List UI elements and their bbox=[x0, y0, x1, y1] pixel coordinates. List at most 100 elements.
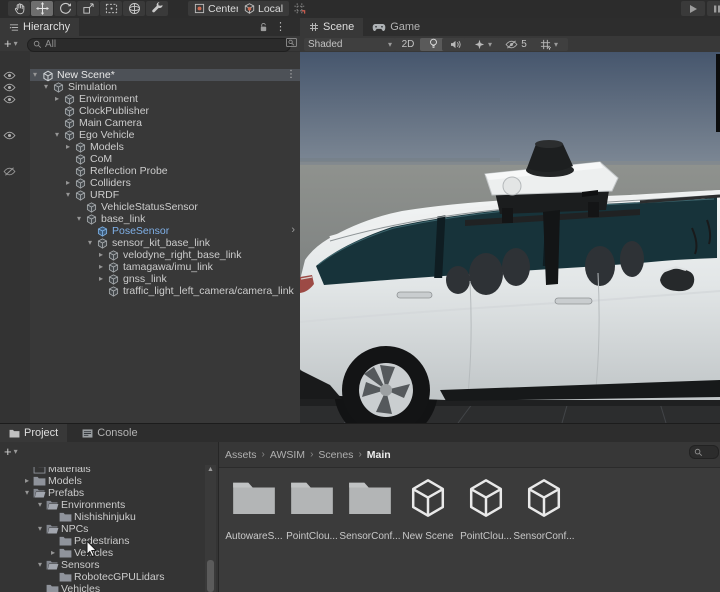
hierarchy-search-input[interactable]: All bbox=[27, 38, 291, 52]
asset-item[interactable]: New Scene bbox=[401, 475, 455, 553]
hierarchy-row[interactable]: CoM bbox=[30, 153, 300, 165]
expand-arrow[interactable]: ▾ bbox=[35, 559, 45, 571]
project-tree-row[interactable]: ▾Sensors bbox=[0, 559, 204, 571]
folder-icon bbox=[59, 536, 72, 546]
scene-view-toolbar: Shaded▾ 2D ▾ 5 ▾ bbox=[300, 36, 720, 53]
asset-item[interactable]: SensorConf... bbox=[517, 475, 571, 553]
tab-scene[interactable]: Scene bbox=[300, 18, 363, 36]
expand-arrow[interactable]: ▾ bbox=[85, 237, 95, 249]
project-tree-row[interactable]: Pedestrians bbox=[0, 535, 204, 547]
custom-tools[interactable] bbox=[146, 1, 168, 16]
move-tool[interactable] bbox=[31, 1, 53, 16]
prefab-chevron-icon[interactable]: › bbox=[291, 224, 295, 236]
hierarchy-row[interactable]: PoseSensor› bbox=[30, 225, 300, 237]
asset-item[interactable]: PointClou... bbox=[285, 475, 339, 553]
breadcrumb-segment[interactable]: AWSIM bbox=[270, 449, 305, 461]
hierarchy-row[interactable]: ▾New Scene*⋮ bbox=[30, 69, 300, 81]
hierarchy-row[interactable]: Reflection Probe bbox=[30, 165, 300, 177]
expand-arrow[interactable]: ▾ bbox=[41, 81, 51, 93]
create-object-button[interactable]: +▾ bbox=[4, 36, 18, 51]
hierarchy-row[interactable]: ▸velodyne_right_base_link bbox=[30, 249, 300, 261]
tab-game[interactable]: Game bbox=[363, 18, 429, 36]
project-tree-row[interactable]: Materials bbox=[0, 467, 204, 475]
hierarchy-row[interactable]: ClockPublisher bbox=[30, 105, 300, 117]
expand-arrow[interactable]: ▸ bbox=[52, 93, 62, 105]
panel-menu-icon[interactable]: ⋮ bbox=[275, 20, 286, 33]
scrollbar-thumb[interactable] bbox=[207, 560, 214, 592]
eye-icon[interactable] bbox=[3, 93, 16, 105]
expand-arrow[interactable]: ▾ bbox=[35, 499, 45, 511]
hierarchy-row[interactable]: ▾base_link bbox=[30, 213, 300, 225]
expand-arrow[interactable]: ▸ bbox=[48, 547, 58, 559]
lock-icon[interactable] bbox=[259, 22, 268, 33]
rect-tool[interactable] bbox=[100, 1, 122, 16]
scene-grid-icon bbox=[309, 22, 319, 32]
rotate-tool[interactable] bbox=[54, 1, 76, 16]
expand-arrow[interactable]: ▸ bbox=[22, 475, 32, 487]
expand-arrow[interactable]: ▸ bbox=[96, 273, 106, 285]
eye-icon[interactable] bbox=[3, 81, 16, 93]
pause-button[interactable] bbox=[707, 1, 720, 16]
expand-arrow[interactable]: ▾ bbox=[74, 213, 84, 225]
breadcrumb-segment[interactable]: Main bbox=[367, 449, 391, 461]
asset-item[interactable]: SensorConf... bbox=[343, 475, 397, 553]
hierarchy-row[interactable]: ▸tamagawa/imu_link bbox=[30, 261, 300, 273]
asset-item[interactable]: PointClou... bbox=[459, 475, 513, 553]
hierarchy-row[interactable]: Main Camera bbox=[30, 117, 300, 129]
expand-arrow[interactable]: ▾ bbox=[35, 523, 45, 535]
expand-arrow[interactable]: ▸ bbox=[96, 261, 106, 273]
project-search-input[interactable] bbox=[689, 445, 719, 459]
hierarchy-row[interactable]: ▸Models bbox=[30, 141, 300, 153]
transform-tool[interactable] bbox=[123, 1, 145, 16]
tab-console[interactable]: Console bbox=[73, 424, 146, 442]
expand-arrow[interactable]: ▸ bbox=[63, 141, 73, 153]
effects-dropdown[interactable]: ▾ bbox=[464, 38, 502, 51]
eye-icon[interactable] bbox=[3, 129, 16, 141]
expand-arrow[interactable]: ▾ bbox=[22, 487, 32, 499]
hierarchy-row[interactable]: traffic_light_left_camera/camera_link bbox=[30, 285, 300, 297]
hierarchy-row[interactable]: ▾URDF bbox=[30, 189, 300, 201]
grid-snap-icon[interactable] bbox=[293, 2, 306, 15]
expand-arrow[interactable]: ▾ bbox=[63, 189, 73, 201]
hand-tool[interactable] bbox=[8, 1, 30, 16]
orientation-toggle-button[interactable]: Local bbox=[238, 1, 289, 16]
hierarchy-row[interactable]: VehicleStatusSensor bbox=[30, 201, 300, 213]
asset-item[interactable]: AutowareS... bbox=[227, 475, 281, 553]
breadcrumb-segment[interactable]: Scenes bbox=[318, 449, 353, 461]
project-tree-row[interactable]: ▾NPCs bbox=[0, 523, 204, 535]
grid-settings-dropdown[interactable]: ▾ bbox=[530, 38, 568, 51]
hierarchy-row[interactable]: ▾Simulation bbox=[30, 81, 300, 93]
hierarchy-row[interactable]: ▾sensor_kit_base_link bbox=[30, 237, 300, 249]
search-filter-icon[interactable] bbox=[286, 38, 297, 47]
hierarchy-row[interactable]: ▸Environment bbox=[30, 93, 300, 105]
hierarchy-row[interactable]: ▾Ego Vehicle bbox=[30, 129, 300, 141]
pivot-toggle-button[interactable]: Center bbox=[188, 1, 246, 16]
project-tree-row[interactable]: RobotecGPULidars bbox=[0, 571, 204, 583]
create-asset-button[interactable]: +▾ bbox=[4, 444, 18, 459]
project-tree-row[interactable]: ▾Prefabs bbox=[0, 487, 204, 499]
scroll-up-icon[interactable]: ▲ bbox=[207, 466, 214, 473]
play-button[interactable] bbox=[681, 1, 705, 16]
tab-hierarchy[interactable]: Hierarchy bbox=[0, 18, 79, 36]
scale-tool[interactable] bbox=[77, 1, 99, 16]
expand-arrow[interactable]: ▸ bbox=[96, 249, 106, 261]
eye-icon[interactable] bbox=[3, 69, 16, 81]
project-tree-row[interactable]: ▸Models bbox=[0, 475, 204, 487]
expand-arrow[interactable]: ▸ bbox=[63, 177, 73, 189]
draw-mode-dropdown[interactable]: Shaded▾ bbox=[304, 38, 396, 51]
scene-viewport[interactable] bbox=[300, 52, 720, 423]
breadcrumb-segment[interactable]: Assets bbox=[225, 449, 257, 461]
hierarchy-row[interactable]: ▸Colliders bbox=[30, 177, 300, 189]
tree-scrollbar[interactable]: ▲ bbox=[205, 465, 216, 592]
expand-arrow[interactable]: ▾ bbox=[52, 129, 62, 141]
hidden-objects-button[interactable]: 5 bbox=[498, 38, 534, 51]
2d-toggle-button[interactable]: 2D bbox=[394, 38, 422, 51]
row-menu-icon[interactable]: ⋮ bbox=[286, 69, 296, 81]
tab-project[interactable]: Project bbox=[0, 424, 67, 442]
project-tree-row[interactable]: Nishishinjuku bbox=[0, 511, 204, 523]
hierarchy-row[interactable]: ▸gnss_link bbox=[30, 273, 300, 285]
expand-arrow[interactable]: ▾ bbox=[30, 69, 40, 81]
project-tree-row[interactable]: ▸Vehicles bbox=[0, 547, 204, 559]
project-tree-row[interactable]: ▾Environments bbox=[0, 499, 204, 511]
eye-hidden-icon[interactable] bbox=[3, 165, 16, 177]
